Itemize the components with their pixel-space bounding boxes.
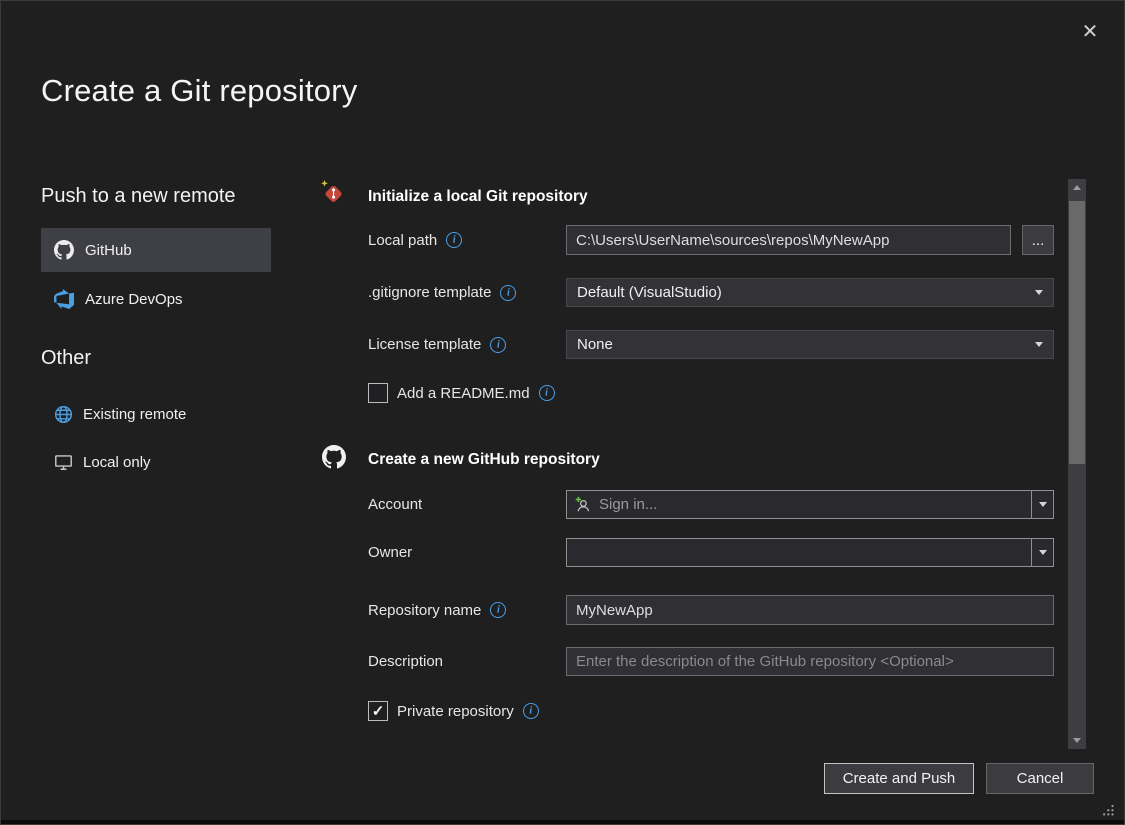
local-path-label: Local path — [368, 232, 437, 249]
resize-grip[interactable] — [1101, 803, 1115, 817]
check-icon: ✓ — [372, 702, 385, 720]
private-repo-row: ✓ Private repository — [368, 700, 539, 722]
scroll-down-button[interactable] — [1068, 732, 1086, 749]
chevron-down-icon — [1073, 738, 1081, 743]
owner-label: Owner — [368, 544, 412, 561]
push-remote-heading: Push to a new remote — [41, 185, 236, 208]
sidebar-item-label: Azure DevOps — [85, 291, 183, 308]
scrollbar-thumb[interactable] — [1069, 201, 1085, 464]
info-icon[interactable] — [446, 232, 462, 248]
browse-button[interactable]: ... — [1022, 225, 1054, 255]
gitignore-label-row: .gitignore template — [368, 278, 516, 307]
chevron-down-icon — [1035, 290, 1043, 295]
info-icon[interactable] — [490, 602, 506, 618]
sidebar-item-azure-devops[interactable]: Azure DevOps — [41, 277, 271, 321]
chevron-down-icon — [1035, 342, 1043, 347]
description-input[interactable] — [566, 647, 1054, 676]
license-label: License template — [368, 336, 481, 353]
scrollbar[interactable] — [1068, 179, 1086, 749]
sidebar-item-existing-remote[interactable]: Existing remote — [54, 400, 186, 428]
chevron-up-icon — [1073, 185, 1081, 190]
description-label: Description — [368, 653, 443, 670]
account-label-row: Account — [368, 490, 422, 519]
info-icon[interactable] — [490, 337, 506, 353]
repo-name-label: Repository name — [368, 602, 481, 619]
gitignore-dropdown[interactable]: Default (VisualStudio) — [566, 278, 1054, 307]
close-button[interactable]: ✕ — [1071, 14, 1109, 48]
sidebar-item-label: Existing remote — [83, 406, 186, 423]
github-section-heading: Create a new GitHub repository — [368, 451, 600, 469]
gitignore-value: Default (VisualStudio) — [577, 284, 722, 301]
sidebar-item-label: GitHub — [85, 242, 132, 259]
account-label: Account — [368, 496, 422, 513]
azure-devops-icon — [54, 289, 74, 309]
readme-checkbox[interactable] — [368, 383, 388, 403]
github-icon — [54, 240, 74, 260]
init-section-heading: Initialize a local Git repository — [368, 188, 588, 206]
license-label-row: License template — [368, 330, 506, 359]
readme-row: Add a README.md — [368, 382, 555, 404]
repo-name-label-row: Repository name — [368, 595, 506, 625]
owner-dropdown-arrow[interactable] — [1031, 539, 1053, 566]
readme-label: Add a README.md — [397, 385, 530, 402]
owner-combo[interactable] — [566, 538, 1054, 567]
scroll-up-button[interactable] — [1068, 179, 1086, 196]
cancel-button[interactable]: Cancel — [986, 763, 1094, 794]
private-repo-label: Private repository — [397, 703, 514, 720]
globe-icon — [54, 405, 73, 424]
sidebar-item-local-only[interactable]: Local only — [54, 448, 151, 476]
page-title: Create a Git repository — [41, 73, 357, 109]
info-icon[interactable] — [539, 385, 555, 401]
account-dropdown-arrow[interactable] — [1031, 491, 1053, 518]
create-and-push-button[interactable]: Create and Push — [824, 763, 974, 794]
sidebar-item-label: Local only — [83, 454, 151, 471]
local-path-label-row: Local path — [368, 225, 462, 255]
chevron-down-icon — [1039, 550, 1047, 555]
local-path-input[interactable] — [566, 225, 1011, 255]
private-checkbox[interactable]: ✓ — [368, 701, 388, 721]
other-heading: Other — [41, 347, 91, 370]
github-icon — [322, 445, 346, 469]
owner-label-row: Owner — [368, 538, 412, 567]
gitignore-label: .gitignore template — [368, 284, 491, 301]
license-value: None — [577, 336, 613, 353]
window-bottom-edge — [1, 820, 1124, 824]
chevron-down-icon — [1039, 502, 1047, 507]
sidebar-item-github[interactable]: GitHub — [41, 228, 271, 272]
repo-name-input[interactable] — [566, 595, 1054, 625]
new-repo-icon — [319, 179, 346, 206]
computer-icon — [54, 453, 73, 472]
license-dropdown[interactable]: None — [566, 330, 1054, 359]
info-icon[interactable] — [523, 703, 539, 719]
info-icon[interactable] — [500, 285, 516, 301]
add-user-icon — [575, 496, 592, 513]
create-git-repo-dialog: ✕ Create a Git repository Push to a new … — [0, 0, 1125, 825]
account-value: Sign in... — [599, 496, 657, 513]
account-combo[interactable]: Sign in... — [566, 490, 1054, 519]
description-label-row: Description — [368, 647, 443, 676]
